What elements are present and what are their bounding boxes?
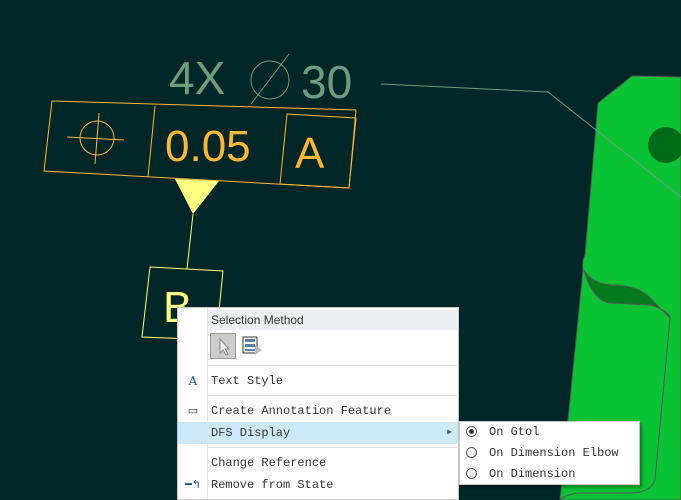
dimension-prefix: 4X (169, 52, 225, 104)
datum-leader (186, 213, 194, 270)
remove-from-state-icon: ━↰ (185, 478, 201, 491)
submenu-arrow-icon: ▶ (447, 428, 452, 437)
diameter-icon (250, 53, 290, 105)
submenu-item-on-gtol[interactable]: On Gtol (460, 422, 638, 443)
menu-item-text-style[interactable]: A Text Style (178, 370, 458, 392)
menu-separator (208, 447, 457, 448)
selection-method-header: Selection Method (208, 310, 457, 330)
position-icon (66, 112, 125, 165)
menu-item-change-reference[interactable]: Change Reference (178, 452, 458, 474)
annotation-feature-icon: ▭ (187, 404, 199, 417)
datum-triangle (175, 179, 219, 214)
submenu-item-on-dimension-elbow[interactable]: On Dimension Elbow (460, 443, 638, 464)
select-pointer-button[interactable] (210, 333, 236, 359)
radio-icon[interactable] (466, 447, 477, 458)
menu-item-dfs-display[interactable]: DFS Display ▶ (178, 422, 458, 444)
radio-icon[interactable] (466, 468, 477, 479)
pointer-icon (219, 337, 231, 356)
context-menu: Selection Method A Text Style ▭ Create A… (177, 307, 459, 500)
dfs-display-submenu: On Gtol On Dimension Elbow On Dimension (459, 421, 640, 485)
select-list-button[interactable] (240, 333, 266, 359)
selection-list-icon (242, 336, 262, 355)
dimension-value: 30 (301, 56, 352, 108)
tolerance-value: 0.05 (165, 122, 251, 171)
menu-separator (208, 365, 457, 366)
menu-item-remove-from-state[interactable]: ━↰ Remove from State (178, 474, 458, 496)
submenu-item-on-dimension[interactable]: On Dimension (460, 464, 638, 485)
datum-reference: A (295, 129, 325, 178)
menu-separator (208, 395, 457, 396)
text-style-icon: A (188, 374, 198, 388)
radio-selected-icon[interactable] (466, 426, 477, 437)
menu-item-create-annotation-feature[interactable]: ▭ Create Annotation Feature (178, 400, 458, 422)
